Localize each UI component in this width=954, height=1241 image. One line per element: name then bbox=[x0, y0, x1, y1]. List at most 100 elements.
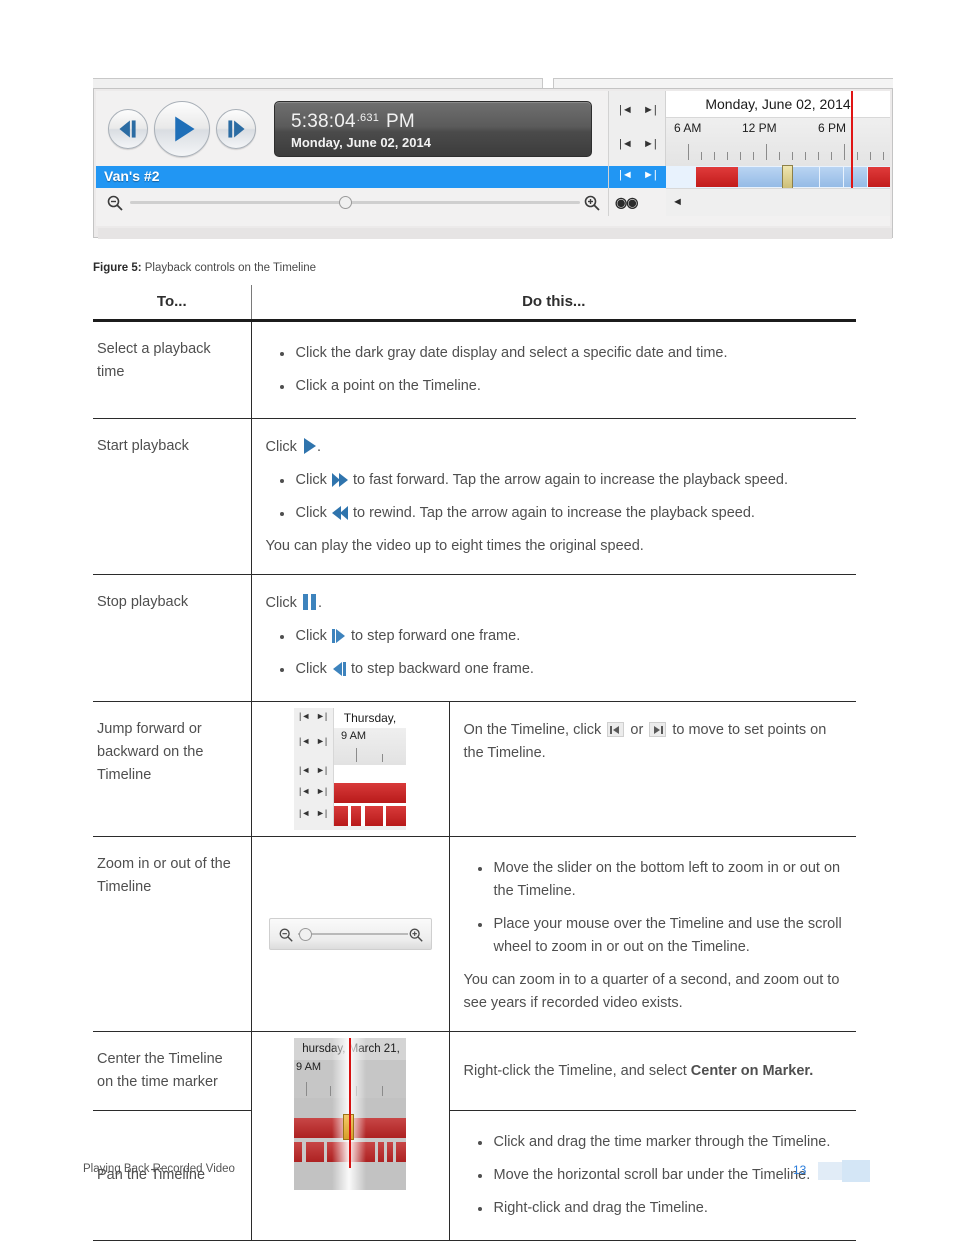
skip-previous-icon bbox=[607, 722, 625, 737]
zoom-out-magnifier-icon[interactable] bbox=[278, 927, 294, 943]
mini-nav-column: |◄ ►| |◄ ►| |◄ ►| |◄ ►| |◄ ►| bbox=[294, 708, 334, 830]
skip-previous-icon[interactable]: |◄ bbox=[619, 169, 633, 181]
skip-previous-icon[interactable]: |◄ bbox=[299, 786, 310, 796]
task-label: Zoom in or out of the Timeline bbox=[93, 836, 252, 1032]
mini-recording-band-segmented bbox=[334, 806, 406, 826]
zoom-in-magnifier-icon[interactable] bbox=[408, 927, 424, 943]
camera-row[interactable]: Van's #2 bbox=[96, 166, 608, 188]
timeline-ruler: 6 AM 12 PM 6 PM bbox=[666, 118, 890, 166]
mini-tick-label: 9 AM bbox=[296, 1061, 322, 1073]
zoom-slider-knob[interactable] bbox=[298, 928, 312, 941]
task-instructions: On the Timeline, click or to move to set… bbox=[449, 701, 856, 837]
instruction-list: Click to fast forward. Tap the arrow aga… bbox=[266, 469, 849, 525]
scroll-left-icon[interactable]: ◄ bbox=[672, 196, 683, 208]
table-row: Pan the Timeline Click and drag the time… bbox=[93, 1110, 856, 1241]
list-item: Click the dark gray date display and sel… bbox=[279, 342, 849, 365]
text-before: On the Timeline, click bbox=[463, 722, 602, 738]
timeline-pane[interactable]: Monday, June 02, 2014 6 AM 12 PM 6 PM ◄ bbox=[666, 91, 890, 216]
timeline-nav-column: |◄ ►| |◄ ►| |◄ ►| ◉◉ bbox=[608, 91, 667, 216]
table-row: Select a playback time Click the dark gr… bbox=[93, 320, 856, 419]
instruction-list: Click to step forward one frame. Click t… bbox=[266, 625, 849, 681]
text-before: Right-click the Timeline, and select bbox=[463, 1063, 687, 1079]
lead-suffix: . bbox=[316, 439, 321, 455]
task-instructions: Click . Click to fast forward. Tap the a… bbox=[251, 418, 856, 575]
page-number: 13 bbox=[793, 1163, 807, 1177]
tab-right bbox=[553, 78, 893, 88]
time-marker-pin[interactable] bbox=[782, 165, 793, 189]
lead-suffix: . bbox=[317, 595, 322, 611]
skip-previous-icon[interactable]: |◄ bbox=[619, 104, 633, 116]
skip-next-icon[interactable]: ►| bbox=[316, 808, 327, 818]
play-icon bbox=[175, 116, 195, 142]
nav-pair: |◄ ►| bbox=[294, 808, 334, 824]
column-header-do-this: Do this... bbox=[251, 285, 856, 322]
time-display[interactable]: 5:38:04.631 PM Monday, June 02, 2014 bbox=[274, 101, 592, 157]
bullet-prefix: Click bbox=[295, 505, 327, 521]
timeline-horizontal-scrollbar[interactable]: ◄ bbox=[666, 188, 890, 216]
skip-next-icon[interactable]: ►| bbox=[643, 104, 657, 116]
task-label: Start playback bbox=[93, 418, 252, 575]
list-item: Click to step backward one frame. bbox=[279, 658, 849, 681]
nav-pair: |◄ ►| bbox=[294, 711, 334, 727]
jump-instruction: On the Timeline, click or to move to set… bbox=[464, 719, 849, 765]
skip-previous-icon[interactable]: |◄ bbox=[299, 808, 310, 818]
time-meridiem: PM bbox=[386, 111, 415, 132]
task-label: Jump forward or backward on the Timeline bbox=[93, 701, 252, 837]
column-header-to: To... bbox=[93, 285, 252, 322]
tab-left bbox=[93, 78, 543, 88]
zoom-slider-track[interactable] bbox=[297, 933, 408, 935]
task-label: Center the Timeline on the time marker bbox=[93, 1031, 252, 1111]
mini-empty-band bbox=[334, 765, 406, 783]
fast-forward-icon bbox=[331, 473, 348, 487]
zoom-in-magnifier-icon[interactable] bbox=[583, 194, 601, 212]
skip-next-icon[interactable]: ►| bbox=[316, 711, 327, 721]
skip-next-icon[interactable]: ►| bbox=[643, 138, 657, 150]
timeline-zoom-bar bbox=[96, 188, 608, 216]
skip-next-icon[interactable]: ►| bbox=[643, 169, 657, 181]
list-item: Move the slider on the bottom left to zo… bbox=[477, 857, 849, 903]
figure-caption: Figure 5: Playback controls on the Timel… bbox=[93, 262, 316, 274]
table-row: Start playback Click . Click to fast for… bbox=[93, 418, 856, 575]
mini-timeline-jump: |◄ ►| |◄ ►| |◄ ►| |◄ ►| |◄ ►| Thursday, … bbox=[294, 708, 406, 830]
timeline-zoom-slider-screenshot bbox=[250, 836, 450, 1032]
bullet-text: to rewind. Tap the arrow again to increa… bbox=[352, 505, 755, 521]
timeline-tick-label: 6 AM bbox=[674, 121, 702, 135]
skip-next-icon[interactable]: ►| bbox=[316, 786, 327, 796]
zoom-slider-track[interactable] bbox=[130, 201, 580, 204]
footer-logo bbox=[818, 1160, 870, 1182]
rewind-button[interactable] bbox=[108, 109, 148, 149]
nav-pair: |◄ ►| bbox=[294, 786, 334, 802]
instruction-list: Click and drag the time marker through t… bbox=[464, 1131, 849, 1220]
bullet-prefix: Click bbox=[295, 661, 327, 677]
time-value: 5:38:04 bbox=[291, 111, 356, 132]
zoom-out-magnifier-icon[interactable] bbox=[106, 194, 124, 212]
skip-previous-icon[interactable]: |◄ bbox=[299, 736, 310, 746]
table-row: Center the Timeline on the time marker h… bbox=[93, 1031, 856, 1241]
footnote: You can zoom in to a quarter of a second… bbox=[463, 972, 840, 1011]
bullet-text: to step backward one frame. bbox=[350, 661, 534, 677]
footer-section-title: Playing Back Recorded Video bbox=[83, 1163, 235, 1175]
timeline-jump-buttons-screenshot: |◄ ►| |◄ ►| |◄ ►| |◄ ►| |◄ ►| Thursday, … bbox=[250, 701, 450, 837]
player-window-footer bbox=[98, 228, 892, 239]
skip-previous-icon[interactable]: |◄ bbox=[619, 138, 633, 150]
zoom-slider-knob[interactable] bbox=[339, 196, 352, 209]
task-instructions: Click . Click to step forward one frame.… bbox=[251, 574, 856, 702]
skip-next-icon[interactable]: ►| bbox=[316, 765, 327, 775]
skip-next-icon[interactable]: ►| bbox=[316, 736, 327, 746]
lead-instruction: Click . bbox=[266, 592, 849, 615]
playback-control-pane: 5:38:04.631 PM Monday, June 02, 2014 bbox=[96, 91, 608, 166]
skip-previous-icon[interactable]: |◄ bbox=[299, 765, 310, 775]
list-item: Click to fast forward. Tap the arrow aga… bbox=[279, 469, 849, 492]
play-button[interactable] bbox=[154, 101, 210, 157]
bullet-prefix: Click bbox=[295, 472, 327, 488]
mini-footer bbox=[294, 826, 406, 830]
timeline-recording-band[interactable] bbox=[666, 166, 890, 188]
bullet-text: to fast forward. Tap the arrow again to … bbox=[352, 472, 788, 488]
link-cameras-icon[interactable]: ◉◉ bbox=[615, 194, 638, 211]
table-row: Jump forward or backward on the Timeline… bbox=[93, 701, 856, 837]
lead-prefix: Click bbox=[265, 439, 297, 455]
skip-previous-icon[interactable]: |◄ bbox=[299, 711, 310, 721]
nav-pair: |◄ ►| bbox=[294, 736, 334, 752]
task-label: Stop playback bbox=[93, 574, 252, 702]
fast-forward-button[interactable] bbox=[216, 109, 256, 149]
